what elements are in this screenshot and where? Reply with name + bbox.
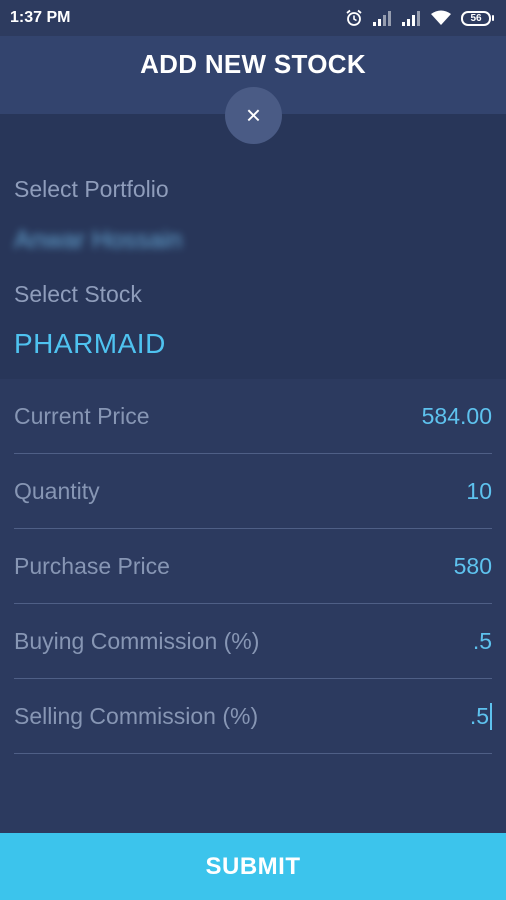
stock-form: Current Price 584.00 Quantity 10 Purchas… xyxy=(0,379,506,833)
quantity-input[interactable]: 10 xyxy=(332,478,492,505)
buying-commission-label: Buying Commission (%) xyxy=(14,627,260,654)
page-title: ADD NEW STOCK xyxy=(140,49,366,79)
text-cursor xyxy=(490,702,492,730)
wifi-icon xyxy=(430,10,452,26)
status-bar: 1:37 PM 56 xyxy=(0,0,506,36)
submit-button[interactable]: SUBMIT xyxy=(0,833,506,900)
purchase-price-label: Purchase Price xyxy=(14,552,170,579)
close-button[interactable]: × xyxy=(225,87,282,144)
stock-label: Select Stock xyxy=(14,281,142,307)
selling-commission-input[interactable]: .5 xyxy=(470,703,489,730)
quantity-row: Quantity 10 xyxy=(14,454,492,529)
signal-icon xyxy=(401,10,421,26)
selling-commission-label: Selling Commission (%) xyxy=(14,702,259,729)
signal-icon xyxy=(372,10,392,26)
buying-commission-row: Buying Commission (%) .5 xyxy=(14,604,492,679)
purchase-price-row: Purchase Price 580 xyxy=(14,529,492,604)
quantity-label: Quantity xyxy=(14,477,100,504)
status-time: 1:37 PM xyxy=(10,9,71,26)
current-price-row: Current Price 584.00 xyxy=(14,379,492,454)
close-icon: × xyxy=(245,100,262,130)
selling-commission-field[interactable]: .5 xyxy=(470,702,492,730)
purchase-price-input[interactable]: 580 xyxy=(332,553,492,580)
status-icons: 56 xyxy=(345,9,494,27)
portfolio-dropdown[interactable]: Anwar Hossain xyxy=(14,226,182,255)
current-price-label: Current Price xyxy=(14,402,150,429)
selection-section: Select Portfolio Anwar Hossain Select St… xyxy=(0,114,506,379)
selling-commission-row: Selling Commission (%) .5 xyxy=(14,679,492,754)
buying-commission-input[interactable]: .5 xyxy=(332,628,492,655)
current-price-value: 584.00 xyxy=(421,402,492,429)
alarm-icon xyxy=(345,9,363,27)
portfolio-label: Select Portfolio xyxy=(14,176,169,202)
stock-dropdown[interactable]: PHARMAID xyxy=(14,328,166,360)
battery-level: 56 xyxy=(461,10,491,26)
battery-icon: 56 xyxy=(461,10,494,26)
